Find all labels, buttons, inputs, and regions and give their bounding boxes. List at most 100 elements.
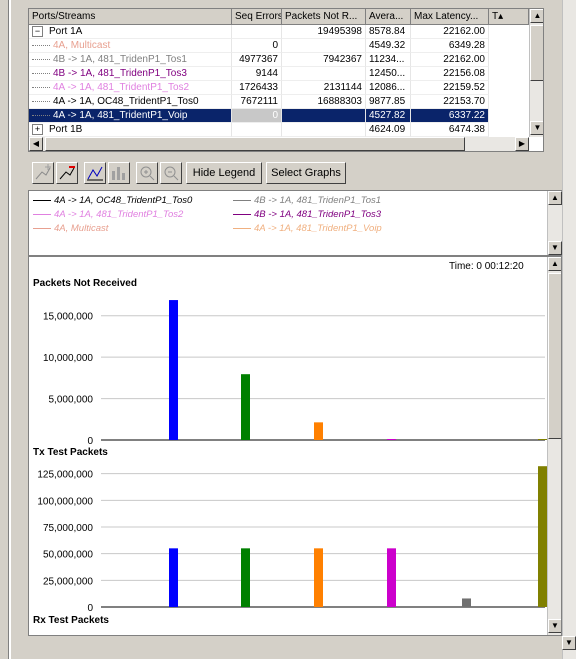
bar: [314, 422, 323, 440]
add-graph-icon[interactable]: [32, 162, 54, 184]
legend-item: 4A, Multicast: [33, 223, 108, 234]
collapse-icon[interactable]: −: [32, 25, 43, 37]
table-cell-seq: [232, 123, 282, 137]
legend-swatch: [233, 227, 251, 229]
bar: [169, 300, 178, 440]
table-row[interactable]: 4B -> 1A, 481_TridenP1_Tos3 9144 12450... 2…: [29, 67, 543, 81]
legend-scrollbar[interactable]: ▲ ▼: [547, 191, 562, 255]
scroll-right-button[interactable]: ▶: [515, 137, 529, 151]
stream-name-label: 4B -> 1A, 481_TridenP1_Tos1: [53, 54, 187, 65]
chart-title-rx-test-packets: Rx Test Packets: [33, 615, 109, 626]
table-cell-avg: 4624.09: [366, 123, 411, 137]
scroll-thumb[interactable]: [530, 25, 543, 81]
legend-item: 4A -> 1A, OC48_TridentP1_Tos0: [33, 195, 192, 206]
table-cell-avg: 12086...: [366, 81, 411, 95]
legend-swatch: [233, 199, 251, 201]
bar: [314, 548, 323, 607]
chart-title-packets-not-received: Packets Not Received: [33, 278, 137, 289]
column-header-extra[interactable]: T▴: [489, 9, 529, 25]
graph-scroll-thumb[interactable]: [548, 273, 561, 439]
zoom-in-icon[interactable]: [136, 162, 158, 184]
table-cell-seq: 7672111: [232, 95, 282, 109]
column-header-streams[interactable]: Ports/Streams: [29, 9, 232, 25]
legend-swatch: [33, 227, 51, 229]
column-header-max-latency[interactable]: Max Latency...: [411, 9, 489, 25]
scroll-up-button[interactable]: ▲: [530, 9, 543, 23]
tree-connector: [32, 114, 50, 116]
table-row[interactable]: 4A -> 1A, 481_TridentP1_Voip 0 4527.82 6337…: [29, 109, 543, 123]
scroll-down-button[interactable]: ▼: [530, 121, 543, 135]
bar-chart-icon[interactable]: [108, 162, 130, 184]
bottom-scroll-button[interactable]: ▼: [562, 636, 576, 650]
table-cell-seq: 0: [232, 39, 282, 53]
tree-connector: [32, 58, 50, 60]
table-cell-avg: 4549.32: [366, 39, 411, 53]
table-row[interactable]: + Port 1B 4624.09 6474.38: [29, 123, 543, 137]
legend-label: 4B -> 1A, 481_TridenP1_Tos1: [254, 195, 382, 206]
table-cell-max: 6337.22: [411, 109, 489, 123]
table-cell-pnr: 7942367: [282, 53, 366, 67]
scroll-left-button[interactable]: ◀: [29, 137, 43, 151]
graph-panel: Time: 0 00:12:20 0 5,000,000 10,000,000 15,…: [28, 256, 562, 636]
select-graphs-button[interactable]: Select Graphs: [266, 162, 346, 184]
column-header-average[interactable]: Avera...: [366, 9, 411, 25]
table-cell-max: 22162.00: [411, 53, 489, 67]
graph-scroll-up-button[interactable]: ▲: [548, 257, 561, 271]
table-vertical-scrollbar[interactable]: ▲ ▼: [529, 9, 543, 137]
table-cell-max: 22162.00: [411, 25, 489, 39]
table-row[interactable]: 4A, Multicast 0 4549.32 6349.28: [29, 39, 543, 53]
graph-toolbar: Hide Legend Select Graphs: [28, 158, 562, 188]
bar: [387, 548, 396, 607]
stream-name-label: 4A -> 1A, 481_TridentP1_Voip: [53, 110, 188, 121]
table-row[interactable]: − Port 1A 19495398 8578.84 22162.00: [29, 25, 543, 39]
table-cell-max: 22156.08: [411, 67, 489, 81]
table-row[interactable]: 4A -> 1A, OC48_TridentP1_Tos0 7672111 1688…: [29, 95, 543, 109]
bar: [462, 439, 471, 440]
remove-graph-icon[interactable]: [56, 162, 78, 184]
graph-scrollbar[interactable]: ▲ ▼: [547, 257, 561, 635]
hide-legend-button[interactable]: Hide Legend: [186, 162, 262, 184]
table-cell-pnr: 16888303: [282, 95, 366, 109]
legend-item: 4B -> 1A, 481_TridenP1_Tos1: [233, 195, 381, 206]
legend-label: 4A -> 1A, OC48_TridentP1_Tos0: [54, 195, 193, 206]
table-row[interactable]: 4B -> 1A, 481_TridenP1_Tos1 4977367 794236…: [29, 53, 543, 67]
graph-scroll-down-button[interactable]: ▼: [548, 619, 561, 633]
table-cell-seq: [232, 25, 282, 39]
stream-name-label: 4A -> 1A, OC48_TridentP1_Tos0: [53, 96, 199, 107]
legend-label: 4A -> 1A, 481_TridentP1_Tos2: [54, 209, 184, 220]
table-cell-seq: 9144: [232, 67, 282, 81]
table-cell-max: 22153.70: [411, 95, 489, 109]
column-header-seq-errors[interactable]: Seq Errors: [232, 9, 282, 25]
left-panel-edge: [0, 0, 22, 659]
bar: [169, 548, 178, 607]
chart-title-tx-test-packets: Tx Test Packets: [33, 447, 108, 458]
line-chart-icon[interactable]: [84, 162, 106, 184]
stream-name-cell: 4A -> 1A, OC48_TridentP1_Tos0: [29, 95, 232, 109]
expand-icon[interactable]: +: [32, 123, 43, 135]
table-cell-avg: 12450...: [366, 67, 411, 81]
streams-table[interactable]: Ports/Streams Seq Errors Packets Not R..…: [28, 8, 544, 152]
table-horizontal-scrollbar[interactable]: ◀ ▶: [29, 137, 529, 151]
legend-scroll-up-button[interactable]: ▲: [548, 191, 562, 205]
table-cell-pnr: 2131144: [282, 81, 366, 95]
y-tick-label: 0: [87, 436, 93, 447]
legend-item: 4A -> 1A, 481_TridentP1_Voip: [233, 223, 382, 234]
stream-name-cell: − Port 1A: [29, 25, 232, 39]
table-cell-avg: 9877.85: [366, 95, 411, 109]
stream-name-cell: 4A -> 1A, 481_TridentP1_Tos2: [29, 81, 232, 95]
table-cell-pnr: [282, 109, 366, 123]
legend-scroll-down-button[interactable]: ▼: [548, 241, 562, 255]
stream-name-cell: 4B -> 1A, 481_TridenP1_Tos3: [29, 67, 232, 81]
bar: [462, 598, 471, 607]
table-cell-pnr: [282, 67, 366, 81]
bar: [241, 374, 250, 440]
table-row[interactable]: 4A -> 1A, 481_TridentP1_Tos2 1726433 21311…: [29, 81, 543, 95]
hscroll-thumb[interactable]: [45, 137, 465, 151]
zoom-out-icon[interactable]: [160, 162, 182, 184]
outer-scrollbar[interactable]: [562, 0, 576, 659]
stream-name-label: 4B -> 1A, 481_TridenP1_Tos3: [53, 68, 187, 79]
bar: [538, 439, 547, 440]
graph-legend: 4A -> 1A, OC48_TridentP1_Tos0 4B -> 1A, …: [28, 190, 562, 256]
column-header-packets-not-received[interactable]: Packets Not R...: [282, 9, 366, 25]
left-divider: [8, 0, 11, 659]
